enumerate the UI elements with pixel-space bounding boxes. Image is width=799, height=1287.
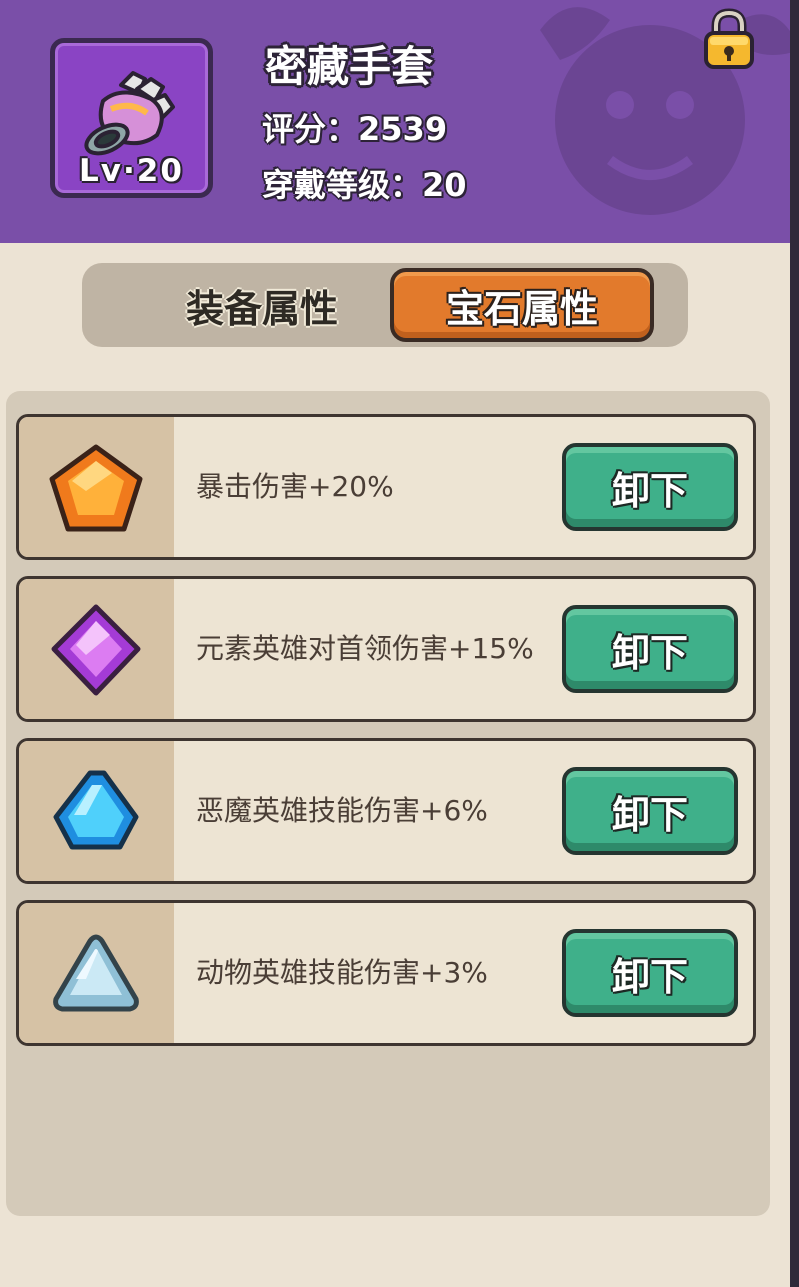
gem-row: 动物英雄技能伤害+3% 卸下 [16,900,756,1046]
orange-pentagon-gem-icon [49,444,143,532]
gem-slot [19,579,174,719]
score-value: 2539 [358,110,448,148]
item-required-level: 穿戴等级：20 [262,160,467,206]
gem-effect-text: 暴击伤害+20% [196,470,394,503]
gem-panel: 装备属性 宝石属性 暴击伤害+20% 卸下 元素英雄对首领伤害+15% 卸下 恶… [0,243,790,1287]
lock-icon[interactable] [703,8,755,70]
screen-edge [790,0,799,1287]
item-icon-frame[interactable]: Lv·20 [50,38,213,198]
tab-gem-attributes[interactable]: 宝石属性 [390,268,654,342]
item-level-badge: Lv·20 [79,153,184,189]
item-header: Lv·20 密藏手套 评分：2539 穿戴等级：20 [0,0,790,243]
item-name: 密藏手套 [265,42,434,91]
blue-gem-icon [53,770,139,850]
gem-row: 恶魔英雄技能伤害+6% 卸下 [16,738,756,884]
score-label: 评分： [262,110,359,148]
item-score: 评分：2539 [262,104,447,150]
unequip-button[interactable]: 卸下 [562,767,738,855]
required-level-value: 20 [422,166,467,204]
tab-bar: 装备属性 宝石属性 [82,263,688,347]
glove-icon [84,71,175,156]
gem-effect-text: 元素英雄对首领伤害+15% [196,632,534,665]
unequip-button[interactable]: 卸下 [562,443,738,531]
unequip-button[interactable]: 卸下 [562,605,738,693]
gem-row: 元素英雄对首领伤害+15% 卸下 [16,576,756,722]
required-level-label: 穿戴等级： [262,166,423,204]
light-blue-triangle-gem-icon [53,934,139,1012]
gem-effect-text: 恶魔英雄技能伤害+6% [196,794,488,827]
gem-row: 暴击伤害+20% 卸下 [16,414,756,560]
tab-equipment-attributes[interactable]: 装备属性 [112,268,412,342]
unequip-button[interactable]: 卸下 [562,929,738,1017]
purple-diamond-gem-icon [51,604,141,696]
gem-effect-text: 动物英雄技能伤害+3% [196,956,488,989]
gem-slot [19,741,174,881]
gem-slot [19,417,174,557]
gem-slot [19,903,174,1043]
